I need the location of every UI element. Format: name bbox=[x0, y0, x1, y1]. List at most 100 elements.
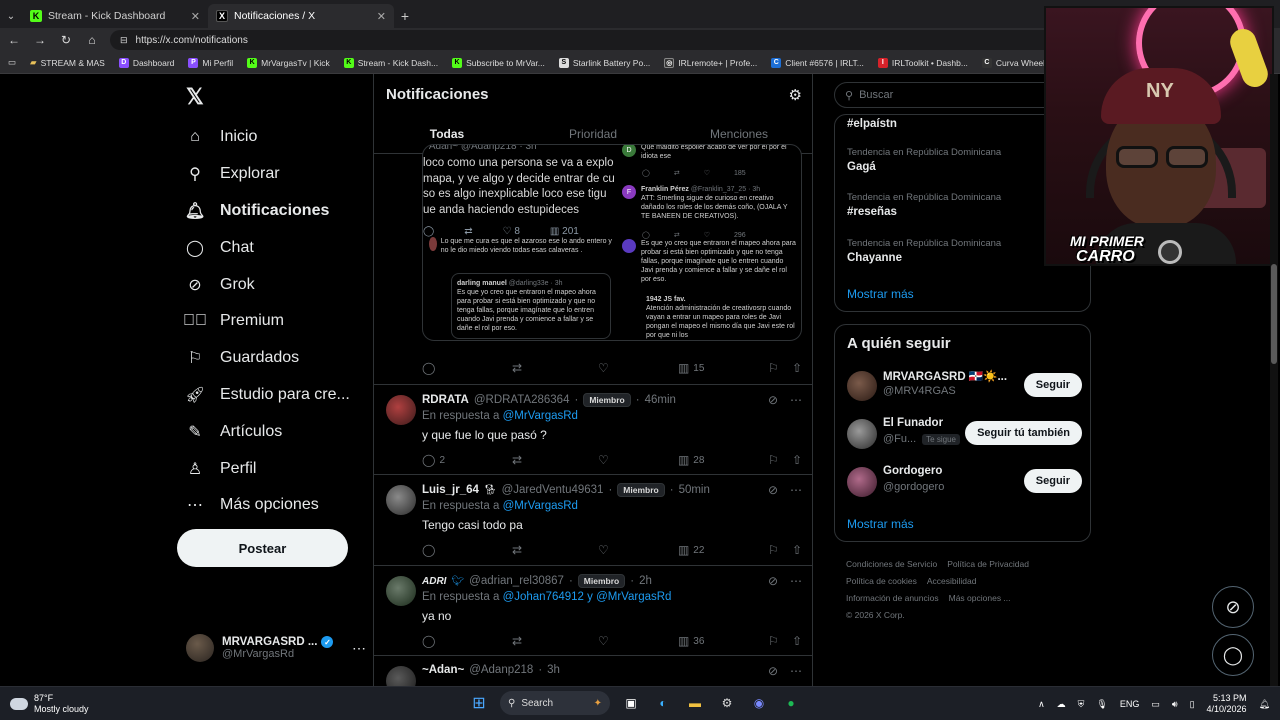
forward-icon[interactable]: → bbox=[32, 33, 48, 47]
grok-icon[interactable]: ⊘ bbox=[768, 483, 778, 497]
follow-button[interactable]: Seguir bbox=[1023, 469, 1082, 493]
security-icon[interactable]: ⛨ bbox=[1078, 699, 1085, 710]
footer-link[interactable]: Más opciones ... bbox=[949, 593, 1011, 603]
gear-icon[interactable]: ⚙ bbox=[789, 86, 802, 104]
share-button[interactable]: ⇧ bbox=[792, 543, 802, 557]
bookmark-item[interactable]: P Mi Perfil bbox=[188, 57, 233, 68]
bookmark-button[interactable]: ⚐ bbox=[768, 543, 792, 557]
trend-item[interactable]: Tendencia en República Dominicana Gagá bbox=[847, 147, 1001, 173]
site-info-icon[interactable]: ⊟ bbox=[120, 35, 128, 46]
sidebar-item-chat[interactable]: ◯ Chat bbox=[186, 239, 254, 257]
timestamp[interactable]: 50min bbox=[679, 484, 710, 496]
like-button[interactable]: ♡ bbox=[598, 543, 678, 557]
grok-fab-button[interactable]: ⊘ bbox=[1212, 586, 1254, 628]
follow-suggestion[interactable]: MRVARGASRD 🇩🇴☀️... @MRV4RGAS Seguir bbox=[847, 369, 1082, 405]
bookmark-item[interactable]: K Subscribe to MrVar... bbox=[452, 57, 545, 68]
footer-link[interactable]: Política de Privacidad bbox=[947, 559, 1029, 569]
x-logo-icon[interactable]: 𝕏 bbox=[186, 84, 204, 110]
like-button[interactable]: ♡ bbox=[598, 453, 678, 467]
footer-link[interactable]: Accesibilidad bbox=[927, 576, 977, 586]
like-button[interactable]: ♡ bbox=[598, 361, 678, 375]
mention-link[interactable]: @MrVargasRd bbox=[503, 410, 578, 422]
bookmark-item[interactable]: K MrVargasTv | Kick bbox=[247, 57, 330, 68]
clock[interactable]: 5:13 PM 4/10/2026 bbox=[1207, 693, 1247, 715]
retweet-button[interactable]: ⇄ bbox=[512, 543, 598, 557]
show-more-trends-link[interactable]: Mostrar más bbox=[847, 287, 914, 301]
post-button[interactable]: Postear bbox=[177, 529, 348, 567]
bookmark-button[interactable]: ⚐ bbox=[768, 453, 792, 467]
trend-item[interactable]: Tendencia en República Dominicana #reseñ… bbox=[847, 192, 1001, 218]
reply-tweet[interactable]: RDRATA @RDRATA286364 · Miembro · 46min ⊘… bbox=[374, 385, 812, 475]
sidebar-item-articulos[interactable]: ✎ Artículos bbox=[186, 423, 282, 441]
timestamp[interactable]: 3h bbox=[547, 664, 560, 676]
file-explorer-icon[interactable]: ▬ bbox=[684, 692, 706, 714]
author-handle[interactable]: @RDRATA286364 bbox=[474, 394, 570, 406]
network-icon[interactable]: ▭ bbox=[1151, 699, 1160, 710]
tray-chevron-icon[interactable]: ∧ bbox=[1038, 699, 1045, 710]
views-button[interactable]: ▥ 22 bbox=[678, 543, 768, 557]
grok-icon[interactable]: ⊘ bbox=[768, 574, 778, 588]
bookmark-item[interactable]: C Client #6576 | IRLT... bbox=[771, 57, 864, 68]
sidebar-toggle-icon[interactable]: ▭ bbox=[8, 57, 16, 68]
more-icon[interactable]: ⋯ bbox=[352, 640, 366, 657]
show-more-follow-link[interactable]: Mostrar más bbox=[847, 517, 914, 531]
taskbar-search[interactable]: ⚲ Search ✦ bbox=[500, 691, 610, 715]
views-button[interactable]: ▥ 28 bbox=[678, 453, 768, 467]
share-button[interactable]: ⇧ bbox=[792, 453, 802, 467]
messages-fab-button[interactable]: ◯ bbox=[1212, 634, 1254, 676]
reply-tweet[interactable]: ~Adan~ @Adanp218 · 3h ⊘ ⋯ bbox=[374, 656, 812, 686]
retweet-button[interactable]: ⇄ bbox=[512, 361, 598, 375]
author-handle[interactable]: @JaredVentu49631 bbox=[502, 484, 604, 496]
scrollbar-thumb[interactable] bbox=[1271, 264, 1277, 364]
microphone-icon[interactable]: 🎙︎ bbox=[1096, 699, 1107, 710]
follow-back-button[interactable]: Seguir tú también bbox=[965, 421, 1082, 445]
footer-link[interactable]: Condiciones de Servicio bbox=[846, 559, 937, 569]
sidebar-item-notificaciones[interactable]: 🔔︎ Notificaciones bbox=[185, 202, 330, 220]
views-button[interactable]: ▥ 36 bbox=[678, 634, 768, 648]
reply-tweet[interactable]: ADRI 🐦︎ @adrian_rel30867 · Miembro · 2h … bbox=[374, 566, 812, 656]
onedrive-icon[interactable]: ☁ bbox=[1057, 699, 1066, 710]
bookmark-button[interactable]: ⚐ bbox=[768, 361, 792, 375]
more-icon[interactable]: ⋯ bbox=[790, 574, 802, 588]
author-name[interactable]: Luis_jr_64 bbox=[422, 484, 479, 496]
author-handle[interactable]: @adrian_rel30867 bbox=[469, 575, 564, 587]
reply-button[interactable]: ◯ bbox=[422, 543, 512, 557]
follow-suggestion[interactable]: El Funador @Fu... Te sigue Seguir tú tamb… bbox=[847, 417, 1082, 453]
browser-tab-x[interactable]: X Notificaciones / X ✕ bbox=[208, 4, 394, 28]
sidebar-item-perfil[interactable]: ♙ Perfil bbox=[186, 460, 257, 478]
share-button[interactable]: ⇧ bbox=[792, 361, 802, 375]
trend-item[interactable]: #elpaístn bbox=[847, 115, 897, 130]
more-icon[interactable]: ⋯ bbox=[790, 483, 802, 497]
battery-icon[interactable]: ▯ bbox=[1190, 699, 1195, 710]
close-icon[interactable]: ✕ bbox=[377, 10, 386, 23]
sidebar-item-estudio[interactable]: 🚀︎ Estudio para cre... bbox=[185, 386, 350, 404]
bookmark-item[interactable]: K Stream - Kick Dash... bbox=[343, 57, 438, 68]
timestamp[interactable]: 46min bbox=[645, 394, 676, 406]
bookmark-item[interactable]: S Starlink Battery Po... bbox=[558, 57, 650, 68]
grok-icon[interactable]: ⊘ bbox=[768, 393, 778, 407]
author-handle[interactable]: @Adanp218 bbox=[469, 664, 533, 676]
new-tab-icon[interactable]: + bbox=[394, 8, 416, 24]
sidebar-item-explorar[interactable]: ⚲ Explorar bbox=[186, 165, 279, 183]
views-button[interactable]: ▥ 15 bbox=[678, 361, 768, 375]
follow-suggestion[interactable]: Gordogero @gordogero Seguir bbox=[847, 465, 1082, 501]
settings-app-icon[interactable]: ⚙ bbox=[716, 692, 738, 714]
mention-link[interactable]: @MrVargasRd bbox=[503, 500, 578, 512]
reload-icon[interactable]: ↻ bbox=[58, 33, 74, 47]
language-indicator[interactable]: ENG bbox=[1120, 699, 1140, 709]
bookmark-button[interactable]: ⚐ bbox=[768, 634, 792, 648]
trend-item[interactable]: Tendencia en República Dominicana Chayan… bbox=[847, 238, 1001, 264]
author-name[interactable]: RDRATA bbox=[422, 394, 469, 406]
close-icon[interactable]: ✕ bbox=[191, 10, 200, 23]
reply-tweet[interactable]: Luis_jr_64 🐕︎ @JaredVentu49631 · Miembro… bbox=[374, 475, 812, 566]
browser-tab-kick[interactable]: K Stream - Kick Dashboard ✕ bbox=[22, 4, 208, 28]
scrollbar[interactable] bbox=[1270, 74, 1278, 686]
discord-icon[interactable]: ◉ bbox=[748, 692, 770, 714]
tweet-image[interactable]: ~Adan~ @Adanp218 · 3h loco como una pers… bbox=[422, 144, 802, 341]
bookmark-item[interactable]: ▰ STREAM & MAS bbox=[30, 57, 105, 68]
edge-icon[interactable]: ◐ bbox=[652, 692, 674, 714]
bookmark-item[interactable]: D Dashboard bbox=[118, 57, 174, 68]
notification-bell-icon[interactable]: 🔔︎ bbox=[1259, 699, 1270, 710]
reply-button[interactable]: ◯ bbox=[422, 361, 512, 375]
spotify-icon[interactable]: ● bbox=[780, 692, 802, 714]
